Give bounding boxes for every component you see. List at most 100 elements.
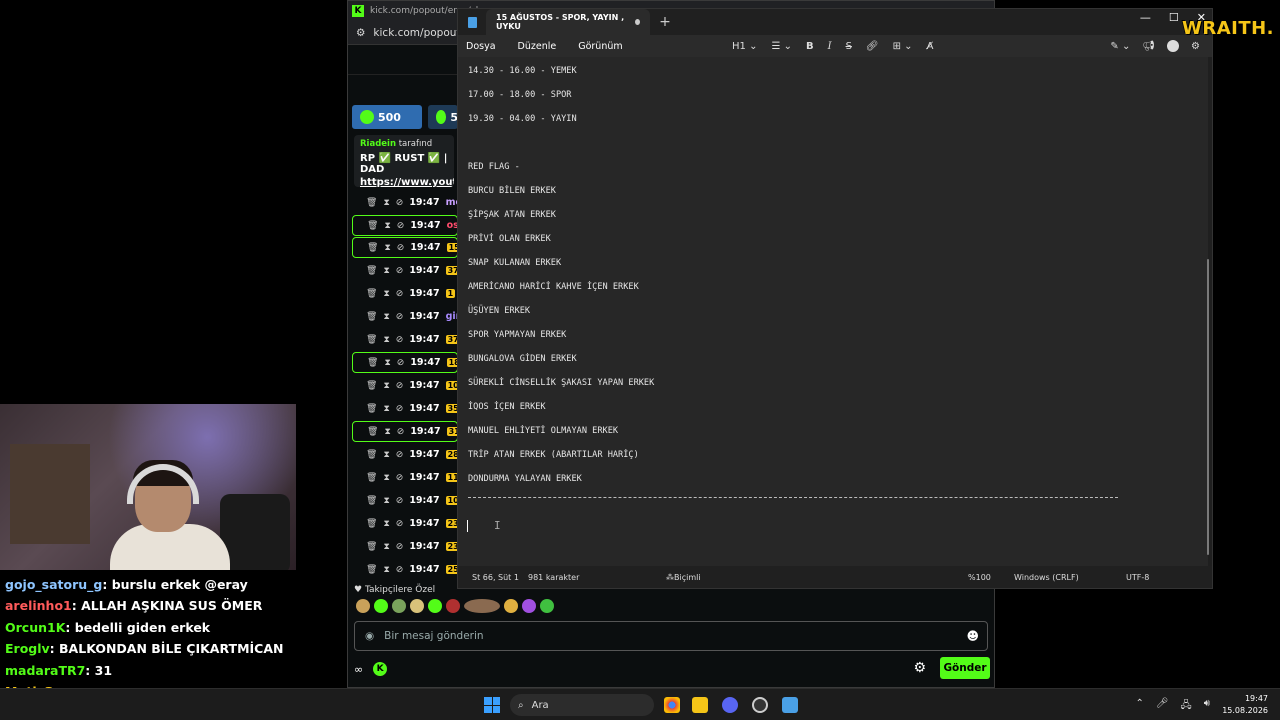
send-button[interactable]: Gönder <box>940 657 990 679</box>
menu-file[interactable]: Dosya <box>466 41 496 52</box>
chat-message-row[interactable]: 🗑︎⧗⊘19:4711Or <box>352 466 458 489</box>
emote[interactable] <box>428 599 442 613</box>
emote[interactable] <box>374 599 388 613</box>
chat-message-row[interactable]: 🗑︎ ⧗ ⊘ 19:47 23 <box>352 535 458 558</box>
obs-icon[interactable] <box>752 697 768 713</box>
ban-icon[interactable]: ⊘ <box>396 519 404 529</box>
ban-icon[interactable]: ⊘ <box>396 289 404 299</box>
copilot-icon[interactable]: ✎ ⌄ <box>1110 41 1130 52</box>
pinned-link[interactable]: https://www.youtube <box>360 177 454 187</box>
ban-icon[interactable]: ⊘ <box>397 427 405 437</box>
ban-icon[interactable]: ⊘ <box>396 450 404 460</box>
settings-icon[interactable]: ⚙ <box>1191 41 1200 52</box>
timeout-icon[interactable]: ⧗ <box>383 450 389 460</box>
ban-icon[interactable]: ⊘ <box>396 542 404 552</box>
delete-icon[interactable]: 🗑︎ <box>367 358 378 368</box>
delete-icon[interactable]: 🗑︎ <box>367 221 378 231</box>
chat-message-row[interactable]: 🗑︎⧗⊘19:4737Me <box>352 259 458 282</box>
ban-icon[interactable]: ⊘ <box>396 404 404 414</box>
timeout-icon[interactable]: ⧗ <box>383 404 389 414</box>
timeout-icon[interactable]: ⧗ <box>384 427 390 437</box>
new-tab-button[interactable]: + <box>654 9 676 35</box>
timeout-icon[interactable]: ⧗ <box>383 496 389 506</box>
timeout-icon[interactable]: ⧗ <box>383 335 389 345</box>
emote[interactable] <box>504 599 518 613</box>
discord-icon[interactable] <box>722 697 738 713</box>
minimize-icon[interactable]: — <box>1140 11 1151 24</box>
unsaved-dot-icon[interactable] <box>634 19 640 25</box>
ban-icon[interactable]: ⊘ <box>396 473 404 483</box>
strikethrough-icon[interactable]: S <box>846 41 852 52</box>
chat-message-row[interactable]: 🗑︎ ⧗ ⊘ 19:47 37 <box>352 328 458 351</box>
network-icon[interactable]: 🖧︎ <box>1181 698 1192 715</box>
editor-area[interactable]: I 14.30 - 16.00 - YEMEK 17.00 - 18.00 - S… <box>458 57 1208 567</box>
encoding[interactable]: UTF-8 <box>1126 573 1149 582</box>
menu-edit[interactable]: Düzenle <box>518 41 557 52</box>
delete-icon[interactable]: 🗑︎ <box>366 519 377 529</box>
chat-message-row[interactable]: 🗑︎⧗⊘19:4728ar <box>352 443 458 466</box>
maximize-icon[interactable]: ☐ <box>1169 11 1179 24</box>
emote[interactable] <box>464 599 500 613</box>
ban-icon[interactable]: ⊘ <box>396 381 404 391</box>
emoji-icon[interactable]: ☻ <box>966 629 979 643</box>
timeout-icon[interactable]: ⧗ <box>384 221 390 231</box>
clock[interactable]: 19:47 15.08.2026 <box>1222 693 1268 717</box>
timeout-icon[interactable]: ⧗ <box>384 358 390 368</box>
timeout-icon[interactable]: ⧗ <box>383 266 389 276</box>
emote[interactable] <box>392 599 406 613</box>
delete-icon[interactable]: 🗑︎ <box>366 404 377 414</box>
chat-message-row[interactable]: 🗑︎⧗⊘19:471819 <box>352 352 458 373</box>
file-explorer-icon[interactable] <box>692 697 708 713</box>
chat-message-row[interactable]: 🗑︎⧗⊘19:47mel1h <box>352 191 458 214</box>
ban-icon[interactable]: ⊘ <box>397 358 405 368</box>
taskbar-search[interactable]: ⌕ Ara <box>510 694 654 716</box>
timeout-icon[interactable]: ⧗ <box>384 243 390 253</box>
delete-icon[interactable]: 🗑︎ <box>366 312 377 322</box>
emote[interactable] <box>410 599 424 613</box>
timeout-icon[interactable]: ⧗ <box>383 542 389 552</box>
chat-message-row[interactable]: 🗑︎⧗⊘19:4731go <box>352 421 458 442</box>
delete-icon[interactable]: 🗑︎ <box>366 289 377 299</box>
delete-icon[interactable]: 🗑︎ <box>366 542 377 552</box>
kick-points-icon[interactable]: K <box>373 662 388 676</box>
emote[interactable] <box>356 599 370 613</box>
emote[interactable] <box>522 599 536 613</box>
delete-icon[interactable]: 🗑︎ <box>366 473 377 483</box>
timeout-icon[interactable]: ⧗ <box>383 198 389 208</box>
timeout-icon[interactable]: ⧗ <box>383 289 389 299</box>
heading-dropdown[interactable]: H1 ⌄ <box>732 41 757 52</box>
scrollbar[interactable] <box>1207 259 1209 555</box>
delete-icon[interactable]: 🗑︎ <box>366 381 377 391</box>
format-status[interactable]: ⁂ Biçimli <box>666 573 701 582</box>
line-ending[interactable]: Windows (CRLF) <box>1014 573 1079 582</box>
menu-view[interactable]: Görünüm <box>578 41 622 52</box>
chat-message-row[interactable]: 🗑︎⧗⊘19:4735ar <box>352 397 458 420</box>
italic-icon[interactable]: I <box>828 41 832 52</box>
site-settings-icon[interactable]: ⚙ <box>356 27 365 39</box>
delete-icon[interactable]: 🗑︎ <box>367 243 378 253</box>
clear-format-icon[interactable]: A̸ <box>927 41 934 52</box>
ban-icon[interactable]: ⊘ <box>397 221 405 231</box>
zoom-level[interactable]: %100 <box>968 573 991 582</box>
chevron-up-icon[interactable]: ⌃ <box>1135 698 1143 715</box>
avatar[interactable] <box>1167 40 1180 52</box>
ban-icon[interactable]: ⊘ <box>396 335 404 345</box>
chat-message-row[interactable]: 🗑︎⧗⊘19:4715era <box>352 237 458 258</box>
delete-icon[interactable]: 🗑︎ <box>366 198 377 208</box>
ban-icon[interactable]: ⊘ <box>396 565 404 575</box>
bold-icon[interactable]: B <box>806 41 814 52</box>
link-icon[interactable]: 🔗︎ <box>866 41 879 52</box>
chat-message-row[interactable]: 🗑︎⧗⊘19:47girsn <box>352 305 458 328</box>
emote[interactable] <box>446 599 460 613</box>
start-icon[interactable] <box>484 697 500 713</box>
pinned-message[interactable]: Riadein tarafınd RP ✅ RUST ✅ | DAD https… <box>354 135 454 187</box>
link-icon[interactable]: ∞ <box>354 663 363 676</box>
timeout-icon[interactable]: ⧗ <box>383 473 389 483</box>
chat-message-row[interactable]: 🗑︎⧗⊘19:4723ma <box>352 512 458 535</box>
chat-message-row[interactable]: 🗑︎⧗⊘19:47osimh <box>352 215 458 236</box>
badge-tile[interactable]: 500 <box>352 105 422 129</box>
list-icon[interactable]: ☰ ⌄ <box>771 41 792 52</box>
delete-icon[interactable]: 🗑︎ <box>367 427 378 437</box>
ban-icon[interactable]: ⊘ <box>396 266 404 276</box>
ban-icon[interactable]: ⊘ <box>396 496 404 506</box>
